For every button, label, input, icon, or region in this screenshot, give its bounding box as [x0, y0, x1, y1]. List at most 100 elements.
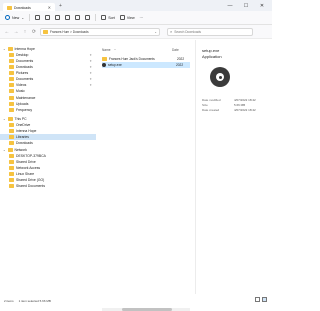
- detail-value: 4/07/2022 18:42: [234, 98, 256, 102]
- new-tab-button[interactable]: +: [59, 3, 62, 9]
- maximize-button[interactable]: ☐: [238, 0, 254, 11]
- sort-icon: [101, 15, 107, 20]
- search-icon: ⌕: [170, 29, 173, 34]
- disc-icon: [210, 67, 230, 87]
- folder-icon: [9, 135, 14, 139]
- address-row: ← → ↑ ⟳ Frances Hum > Downloads ⌄ ⌕ Sear…: [0, 25, 272, 39]
- details-title: setup.exe Application: [202, 48, 222, 59]
- file-date: 2022: [177, 57, 185, 61]
- expand-chevron-icon[interactable]: ⌄: [3, 148, 6, 152]
- tiles-view-icon[interactable]: [262, 297, 267, 302]
- copy-icon[interactable]: [45, 15, 51, 20]
- search-placeholder: Search Downloads: [174, 29, 202, 34]
- selection-info: 1 item selected 5.66 MB: [18, 299, 51, 303]
- rename-icon[interactable]: [65, 15, 71, 20]
- sidebar-item-label: DESKTOP-379BCA: [16, 154, 46, 158]
- file-date: 2022: [176, 63, 184, 67]
- share-icon[interactable]: [75, 15, 81, 20]
- sidebar-item[interactable]: Music: [0, 88, 96, 94]
- folder-icon: [9, 166, 14, 170]
- detail-value: 4/07/2022 18:42: [234, 108, 256, 112]
- view-label: View: [126, 15, 135, 20]
- sidebar-item-label: Network Access: [16, 166, 41, 170]
- pin-icon: ✦: [89, 83, 92, 87]
- pin-icon: ✦: [89, 71, 92, 75]
- forward-button[interactable]: →: [13, 29, 19, 35]
- refresh-button[interactable]: ⟳: [31, 29, 37, 35]
- folder-icon: [9, 172, 14, 176]
- sidebar-item-label: This PC: [14, 117, 27, 121]
- view-icon: [119, 15, 125, 20]
- minimize-button[interactable]: —: [222, 0, 238, 11]
- file-explorer-window: Downloads ✕ + — ☐ ✕ New ⌄ Sort View ···: [0, 0, 273, 311]
- pin-icon: ✦: [89, 53, 92, 57]
- sidebar-item-label: Pictures: [16, 71, 29, 75]
- sidebar-item-label: Libraries: [16, 135, 30, 139]
- sidebar-item-label: OneDrive: [16, 123, 31, 127]
- new-label: New: [12, 15, 20, 20]
- address-dropdown-icon[interactable]: ⌄: [154, 30, 157, 34]
- sort-label: Sort: [108, 15, 115, 20]
- chevron-down-icon: ⌄: [21, 15, 25, 20]
- navigation-pane: ⌄ Intenna Hope Desktop ✦ Documents ✦ Downloads…: [0, 40, 96, 294]
- detail-key: Size: [202, 103, 208, 107]
- new-button[interactable]: New ⌄: [5, 15, 24, 20]
- folder-icon: [9, 154, 14, 158]
- expand-chevron-icon[interactable]: ⌄: [3, 117, 6, 121]
- title-bar: Downloads ✕ + — ☐ ✕: [0, 0, 272, 12]
- folder-icon: [9, 65, 14, 69]
- sidebar-item-label: Intenna Hope: [16, 129, 37, 133]
- file-icon: [102, 57, 107, 61]
- folder-icon: [9, 141, 14, 145]
- more-options-icon[interactable]: ···: [140, 16, 144, 20]
- folder-icon: [9, 160, 14, 164]
- sidebar-item[interactable]: Downloads: [0, 140, 96, 146]
- sidebar-item[interactable]: Frequency: [0, 107, 96, 113]
- tab-label: Downloads: [14, 5, 31, 10]
- sidebar-item[interactable]: Shared Documents: [0, 183, 96, 189]
- close-button[interactable]: ✕: [254, 0, 270, 11]
- search-input[interactable]: ⌕ Search Downloads: [167, 27, 253, 36]
- sort-arrow-icon: ^: [114, 49, 116, 52]
- folder-icon: [9, 71, 14, 75]
- file-name: setup.exe: [108, 63, 122, 67]
- divider: [95, 14, 97, 21]
- new-plus-icon: [5, 15, 10, 20]
- disc-icon: [102, 63, 106, 67]
- sidebar-item-label: Shared Drive (GO): [16, 178, 45, 182]
- up-button[interactable]: ↑: [22, 29, 28, 35]
- delete-icon[interactable]: [85, 15, 91, 20]
- back-button[interactable]: ←: [4, 29, 10, 35]
- column-headers: Name ^ Date: [102, 48, 190, 52]
- sidebar-item-label: Desktop: [16, 53, 29, 57]
- paste-icon[interactable]: [55, 15, 61, 20]
- column-header-name[interactable]: Name ^: [102, 48, 172, 52]
- item-count: 2 items: [4, 299, 14, 303]
- sidebar-item-label: Network: [14, 148, 27, 152]
- cut-icon[interactable]: [35, 15, 41, 20]
- address-path: Frances Hum > Downloads: [50, 29, 89, 34]
- folder-icon: [9, 178, 14, 182]
- folder-icon: [9, 89, 14, 93]
- sidebar-item-label: Documents: [16, 77, 34, 81]
- status-bar: 2 items 1 item selected 5.66 MB: [0, 296, 272, 306]
- view-toggle: [255, 297, 267, 302]
- detail-key: Date modified: [202, 98, 221, 102]
- tab-close-icon[interactable]: ✕: [48, 5, 51, 10]
- folder-icon: [9, 59, 14, 63]
- command-bar: New ⌄ Sort View ···: [0, 11, 272, 25]
- file-list: Name ^ Date Frances Hum Jack's Documents…: [99, 40, 191, 311]
- address-bar[interactable]: Frances Hum > Downloads ⌄: [40, 27, 160, 36]
- sidebar-item-label: Downloads: [16, 141, 33, 145]
- folder-icon: [9, 53, 14, 57]
- folder-icon: [9, 102, 14, 106]
- divider: [29, 14, 31, 21]
- column-header-date[interactable]: Date: [172, 48, 179, 52]
- folder-icon: [9, 96, 14, 100]
- details-view-icon[interactable]: [255, 297, 260, 302]
- sort-button[interactable]: Sort: [101, 15, 115, 20]
- view-button[interactable]: View: [119, 15, 135, 20]
- file-row[interactable]: setup.exe 2022: [102, 62, 190, 68]
- expand-chevron-icon[interactable]: ⌄: [3, 47, 6, 51]
- details-pane: setup.exe Application Date modified 4/07/…: [195, 40, 273, 294]
